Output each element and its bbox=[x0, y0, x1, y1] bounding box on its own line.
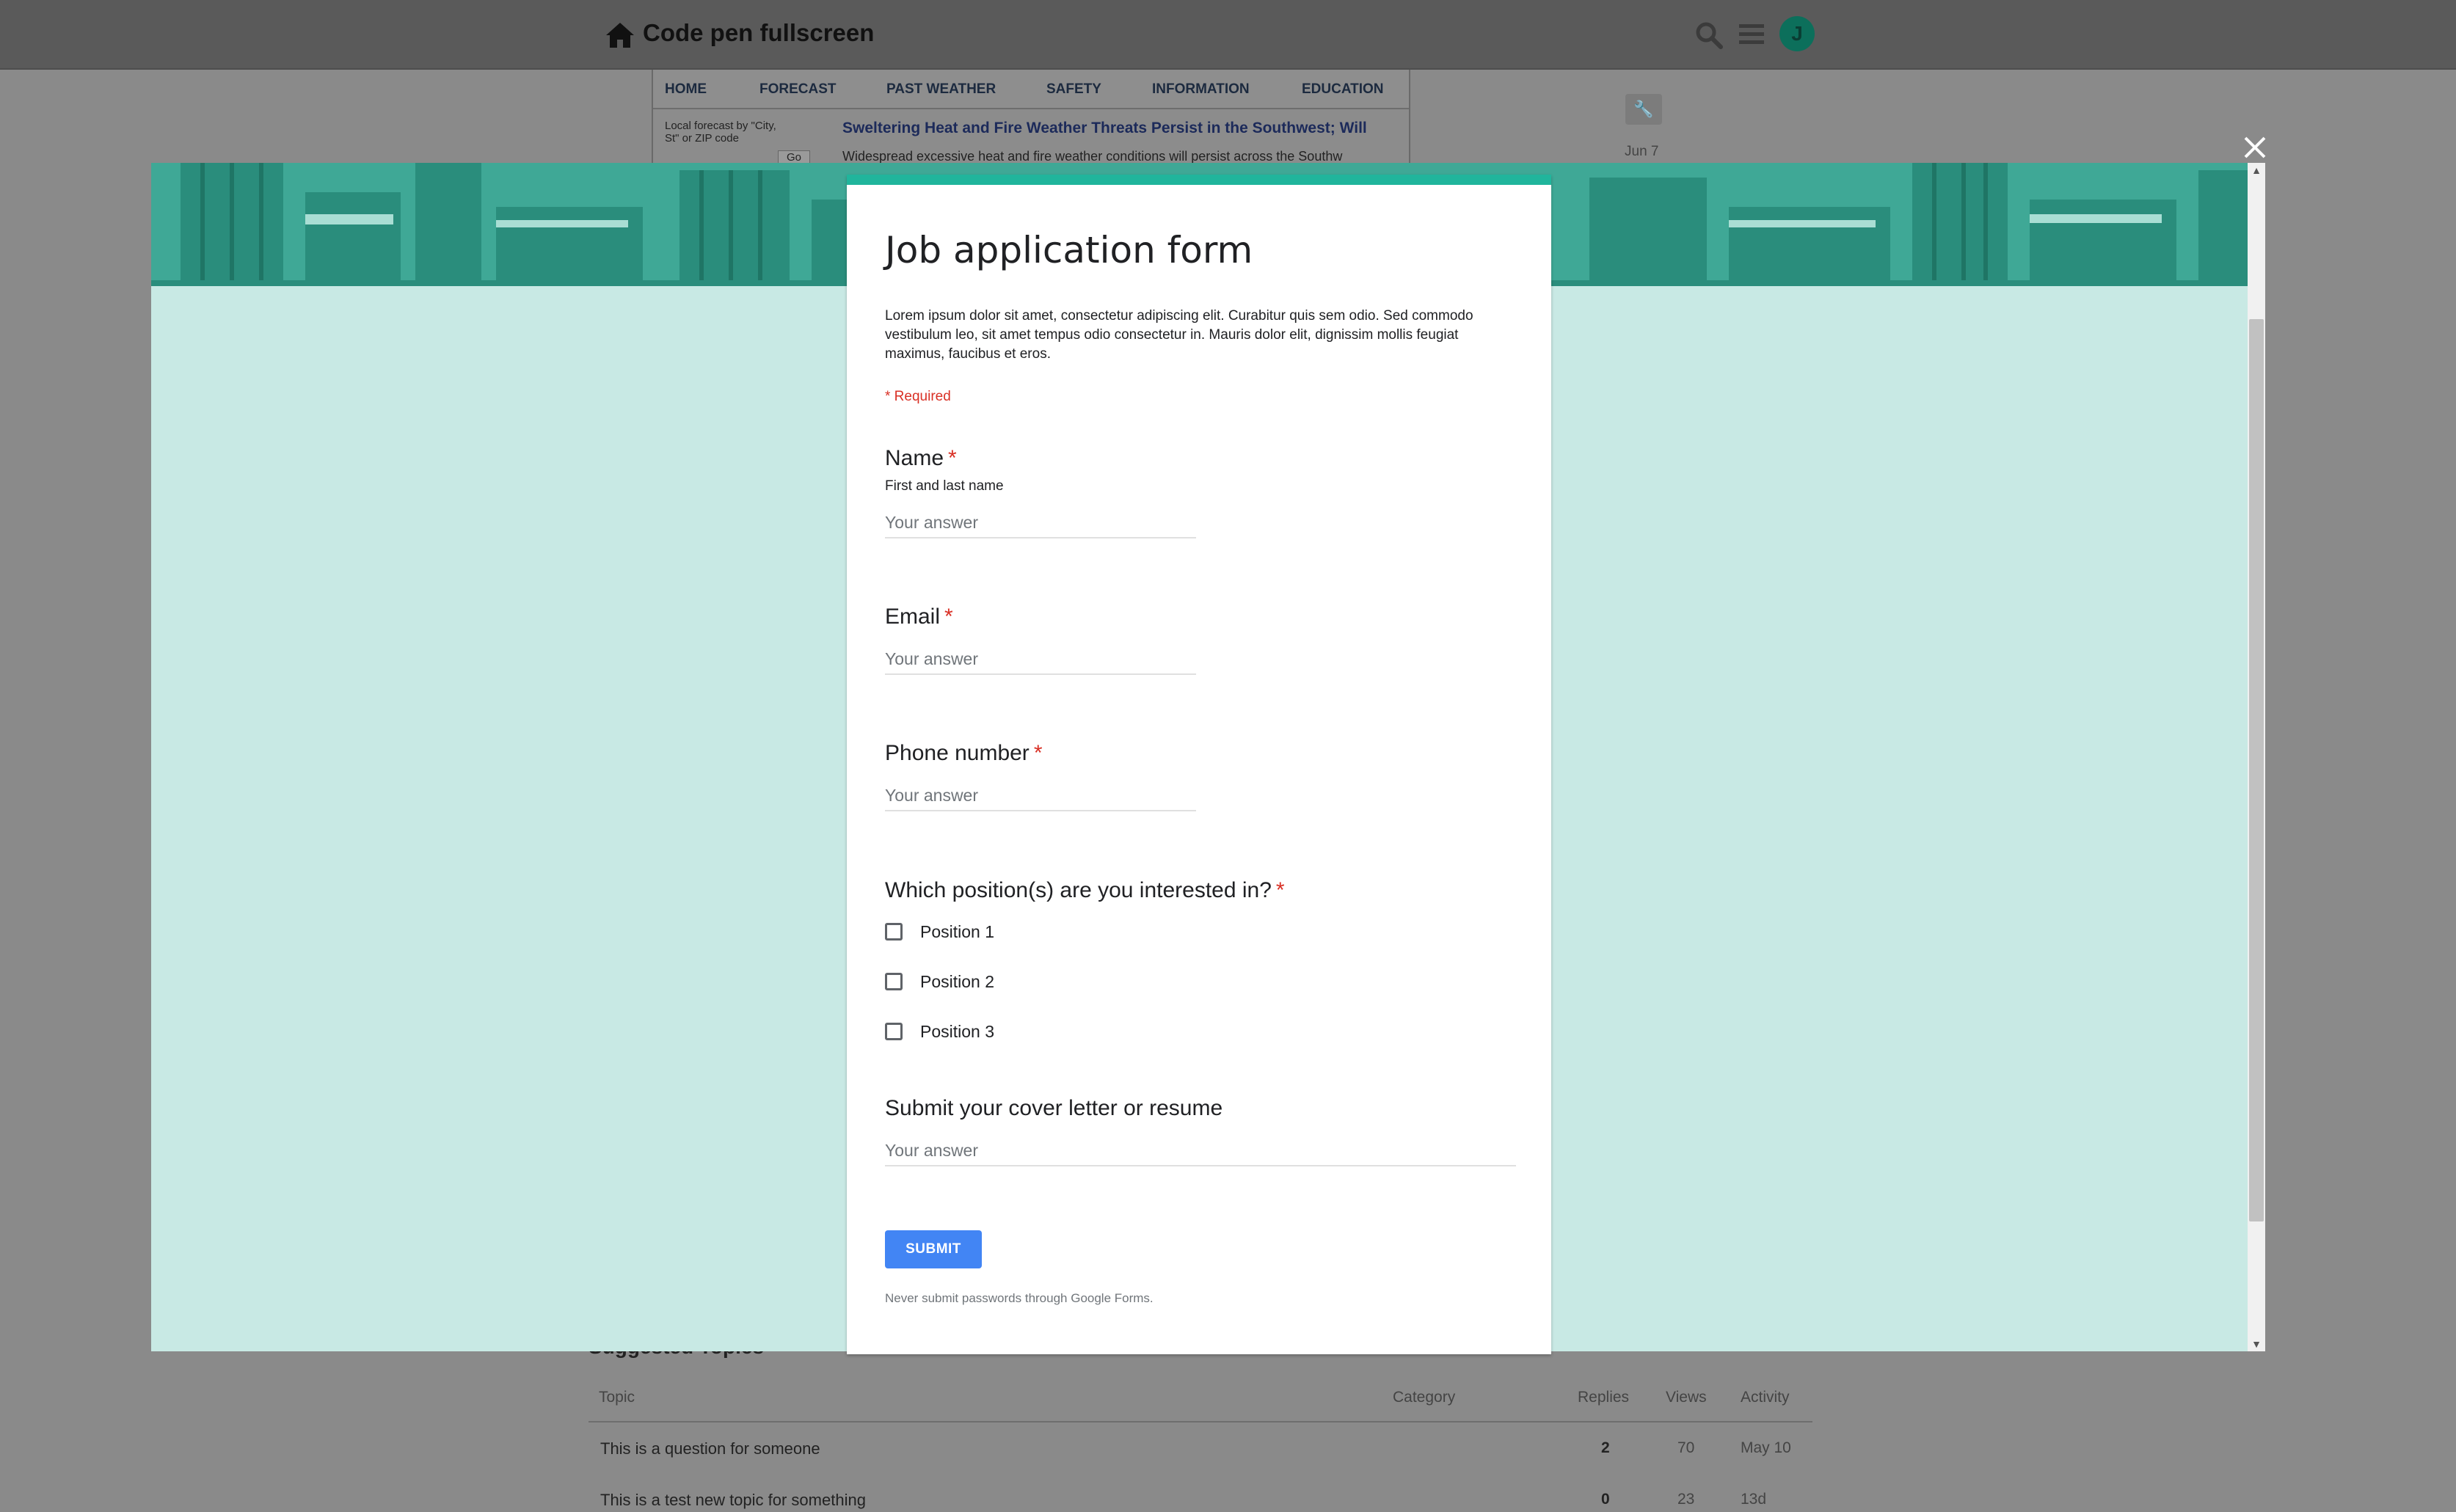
phone-input[interactable] bbox=[885, 781, 1196, 811]
email-question-label: Email * bbox=[885, 605, 953, 629]
embed-nav-past-weather[interactable]: PAST WEATHER bbox=[886, 81, 996, 98]
embedded-weather-page: HOME FORECAST PAST WEATHER SAFETY INFORM… bbox=[652, 70, 1410, 168]
replies-column-header: Replies bbox=[1578, 1389, 1630, 1406]
topic-column-header: Topic bbox=[599, 1389, 635, 1406]
position-2-label[interactable]: Position 2 bbox=[920, 972, 994, 992]
cover-letter-question-label: Submit your cover letter or resume bbox=[885, 1096, 1223, 1120]
position-1-label[interactable]: Position 1 bbox=[920, 922, 994, 942]
topic-views: 23 bbox=[1677, 1491, 1695, 1508]
views-column-header: Views bbox=[1666, 1389, 1707, 1406]
site-header: Code pen fullscreen J bbox=[0, 0, 2456, 70]
suggested-topics-table: Topic Category Replies Views Activity bbox=[589, 1383, 1812, 1422]
name-input[interactable] bbox=[885, 508, 1196, 538]
topic-replies: 2 bbox=[1601, 1439, 1610, 1456]
category-column-header: Category bbox=[1393, 1389, 1456, 1406]
scroll-up-arrow-icon[interactable]: ▲ bbox=[2248, 163, 2265, 178]
submit-button[interactable]: SUBMIT bbox=[885, 1230, 982, 1268]
form-card: Job application form Lorem ipsum dolor s… bbox=[847, 175, 1551, 1354]
required-star: * bbox=[1033, 741, 1043, 765]
position-1-option[interactable]: Position 1 bbox=[885, 918, 994, 945]
name-question-label: Name * bbox=[885, 446, 957, 470]
password-warning-note: Never submit passwords through Google Fo… bbox=[885, 1291, 1154, 1305]
user-avatar[interactable]: J bbox=[1779, 16, 1815, 51]
form-description: Lorem ipsum dolor sit amet, consectetur … bbox=[885, 308, 1473, 362]
embed-nav-education[interactable]: EDUCATION bbox=[1302, 81, 1384, 98]
embed-nav-home[interactable]: HOME bbox=[665, 81, 707, 98]
search-icon[interactable] bbox=[1694, 21, 1724, 50]
home-icon[interactable] bbox=[605, 21, 635, 50]
embed-subline: Widespread excessive heat and fire weath… bbox=[842, 149, 1343, 164]
embed-nav-information[interactable]: INFORMATION bbox=[1152, 81, 1250, 98]
embed-headline[interactable]: Sweltering Heat and Fire Weather Threats… bbox=[842, 120, 1400, 137]
form-title: Job application form bbox=[885, 229, 1253, 271]
required-star: * bbox=[948, 446, 957, 470]
embed-forecast-label: Local forecast by "City, St" or ZIP code bbox=[665, 120, 776, 145]
topic-views: 70 bbox=[1677, 1439, 1695, 1456]
required-note: * Required bbox=[885, 389, 951, 404]
table-row[interactable]: This is a question for someone 2 70 May … bbox=[589, 1439, 1812, 1483]
topic-replies: 0 bbox=[1601, 1491, 1610, 1508]
scrollbar-thumb[interactable] bbox=[2249, 319, 2264, 1221]
topics-header-row: Topic Category Replies Views Activity bbox=[589, 1383, 1812, 1422]
close-icon[interactable] bbox=[2242, 135, 2267, 160]
embed-nav-safety[interactable]: SAFETY bbox=[1046, 81, 1101, 98]
email-input[interactable] bbox=[885, 644, 1196, 675]
scroll-down-arrow-icon[interactable]: ▼ bbox=[2248, 1337, 2265, 1351]
wrench-icon[interactable]: 🔧 bbox=[1625, 94, 1662, 125]
required-star: * bbox=[1275, 878, 1285, 902]
position-3-label[interactable]: Position 3 bbox=[920, 1022, 994, 1042]
topic-title[interactable]: This is a question for someone bbox=[600, 1439, 820, 1458]
cover-letter-input[interactable] bbox=[885, 1136, 1516, 1166]
required-star: * bbox=[944, 605, 953, 629]
embed-nav-forecast[interactable]: FORECAST bbox=[759, 81, 837, 98]
position-2-option[interactable]: Position 2 bbox=[885, 968, 994, 995]
position-3-checkbox[interactable] bbox=[885, 1023, 903, 1040]
topic-title[interactable]: This is a test new topic for something bbox=[600, 1491, 866, 1510]
position-question-label: Which position(s) are you interested in?… bbox=[885, 878, 1285, 902]
site-title[interactable]: Code pen fullscreen bbox=[643, 19, 874, 47]
position-2-checkbox[interactable] bbox=[885, 973, 903, 990]
name-help-text: First and last name bbox=[885, 478, 1004, 494]
embed-nav-bar: HOME FORECAST PAST WEATHER SAFETY INFORM… bbox=[653, 70, 1409, 109]
topic-activity: May 10 bbox=[1741, 1439, 1791, 1456]
position-3-option[interactable]: Position 3 bbox=[885, 1018, 994, 1045]
post-date: Jun 7 bbox=[1625, 144, 1659, 159]
table-row[interactable]: This is a test new topic for something 0… bbox=[589, 1491, 1812, 1512]
position-1-checkbox[interactable] bbox=[885, 923, 903, 941]
hamburger-menu-icon[interactable] bbox=[1738, 22, 1766, 47]
phone-question-label: Phone number * bbox=[885, 741, 1043, 765]
topic-activity: 13d bbox=[1741, 1491, 1767, 1508]
activity-column-header: Activity bbox=[1741, 1389, 1790, 1406]
